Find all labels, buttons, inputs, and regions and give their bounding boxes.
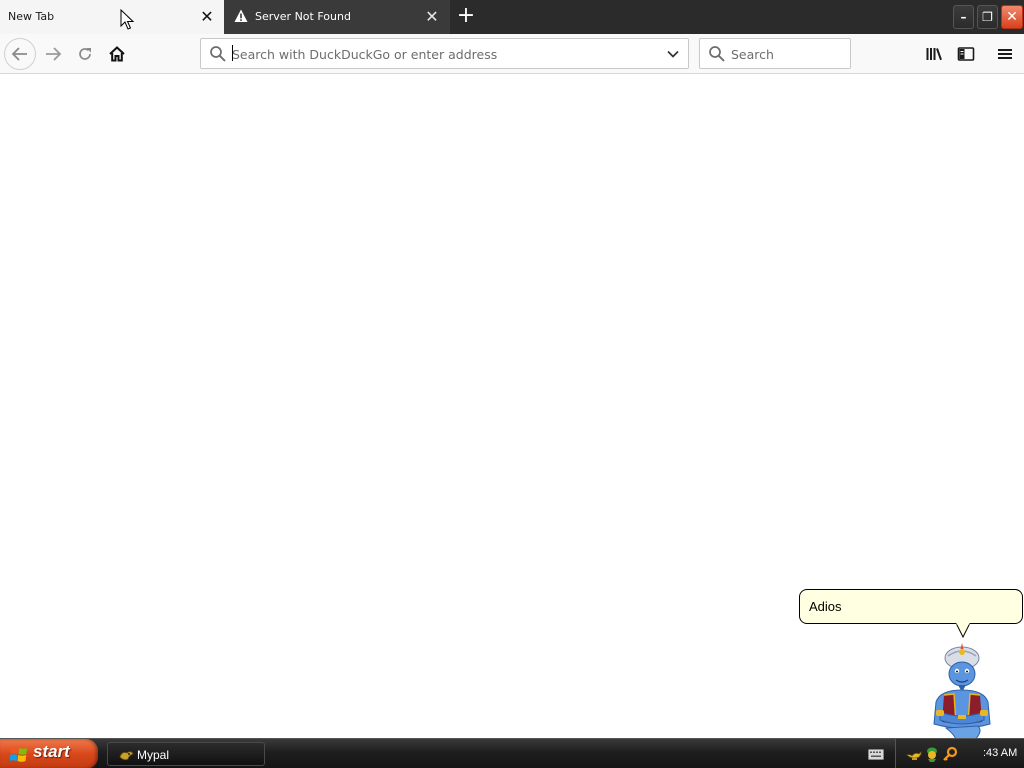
taskbar-item-mypal[interactable]: Mypal xyxy=(107,742,265,766)
new-tab-button[interactable]: + xyxy=(454,5,478,29)
screen: New Tab ✕ Server Not Found ✕ + – ❐ ✕ Sea… xyxy=(0,0,1024,768)
start-label: start xyxy=(33,742,70,761)
menu-button[interactable] xyxy=(989,38,1021,70)
taskbar: start Mypal:43 AM xyxy=(0,738,1024,768)
home-button[interactable] xyxy=(101,38,133,70)
back-arrow-icon xyxy=(11,47,27,61)
forward-arrow-icon xyxy=(46,47,62,61)
clock: :43 AM xyxy=(983,747,1018,759)
hamburger-menu-icon xyxy=(998,49,1012,59)
assistant-speech-balloon: Adios xyxy=(799,589,1023,624)
tab-strip: New Tab ✕ Server Not Found ✕ + – ❐ ✕ xyxy=(0,0,1024,34)
back-button[interactable] xyxy=(4,38,36,70)
chevron-down-icon[interactable] xyxy=(666,47,680,61)
tab-label: New Tab xyxy=(8,10,55,23)
balloon-text: Adios xyxy=(809,599,842,614)
search-input[interactable] xyxy=(731,43,843,65)
reload-button[interactable] xyxy=(69,38,101,70)
key-icon[interactable] xyxy=(942,746,958,762)
windows-logo-icon xyxy=(10,747,27,762)
sidebar-button[interactable] xyxy=(950,38,982,70)
mypal-app-icon xyxy=(119,751,134,761)
start-button[interactable]: start xyxy=(0,739,98,768)
mouse-cursor-icon xyxy=(120,9,135,30)
tab-new-tab[interactable]: New Tab ✕ xyxy=(0,0,224,34)
address-bar[interactable] xyxy=(200,38,689,69)
library-button[interactable] xyxy=(918,38,950,70)
maximize-button[interactable]: ❐ xyxy=(977,5,998,29)
keyboard-icon[interactable] xyxy=(868,749,884,760)
text-caret xyxy=(232,45,233,61)
reload-icon xyxy=(79,48,91,60)
window-close-button[interactable]: ✕ xyxy=(1001,5,1023,29)
magic-lamp-icon[interactable] xyxy=(906,746,922,762)
minimize-button[interactable]: – xyxy=(953,5,974,29)
warning-icon xyxy=(234,9,248,22)
taskbar-item-label: Mypal xyxy=(137,748,170,762)
forward-button[interactable] xyxy=(37,38,69,70)
search-icon xyxy=(709,46,725,62)
library-icon xyxy=(926,48,942,61)
tab-label: Server Not Found xyxy=(255,10,351,23)
close-tab-icon[interactable]: ✕ xyxy=(424,9,440,25)
home-icon xyxy=(109,46,125,62)
balloon-tail xyxy=(955,623,971,639)
search-icon xyxy=(210,46,226,62)
close-tab-icon[interactable]: ✕ xyxy=(199,9,215,25)
search-bar[interactable] xyxy=(699,38,851,69)
sidebar-icon xyxy=(957,47,975,61)
address-input[interactable] xyxy=(232,43,652,65)
genie-tray-icon[interactable] xyxy=(924,746,940,762)
page-content[interactable] xyxy=(0,75,1024,738)
tab-server-not-found[interactable]: Server Not Found ✕ xyxy=(224,0,450,34)
system-tray: :43 AM xyxy=(895,739,1024,768)
